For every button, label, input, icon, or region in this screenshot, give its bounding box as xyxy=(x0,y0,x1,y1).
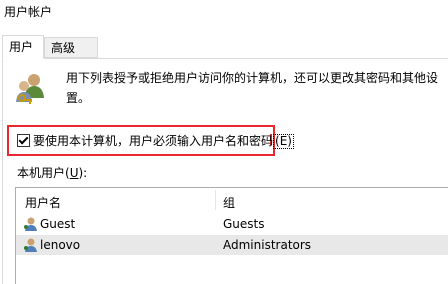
require-login-label[interactable]: 要使用本计算机，用户必须输入用户名和密码 (E) xyxy=(33,132,294,150)
row-group: Administrators xyxy=(223,238,312,252)
user-icon xyxy=(24,217,37,231)
require-login-access-key: (E) xyxy=(273,134,294,149)
users-label-suffix: ): xyxy=(78,166,88,180)
column-separator[interactable] xyxy=(215,190,216,210)
users-label-prefix: 本机用户( xyxy=(17,166,70,180)
tab-bar: 用户 高级 xyxy=(0,35,448,59)
row-group: Guests xyxy=(223,217,265,231)
window-title: 用户帐户 xyxy=(4,5,53,19)
users-list-label: 本机用户(U): xyxy=(17,164,87,181)
row-username: lenovo xyxy=(40,238,81,252)
user-icon xyxy=(24,238,37,252)
users-table[interactable]: 用户名 组 Guest Guests lenovo Administrators xyxy=(15,187,448,284)
require-login-text: 要使用本计算机，用户必须输入用户名和密码 xyxy=(33,134,274,148)
column-header-group[interactable]: 组 xyxy=(223,194,235,211)
table-row[interactable]: lenovo Administrators xyxy=(16,235,448,255)
require-login-checkbox[interactable] xyxy=(17,134,30,147)
tab-advanced[interactable]: 高级 xyxy=(44,37,98,58)
description-text: 用下列表授予或拒绝用户访问你的计算机，还可以更改其密码和其他设置。 xyxy=(66,71,439,105)
tab-users[interactable]: 用户 xyxy=(2,35,44,59)
table-row[interactable]: Guest Guests xyxy=(16,214,448,234)
column-header-username[interactable]: 用户名 xyxy=(25,194,61,211)
users-icon xyxy=(16,74,44,104)
table-header: 用户名 组 xyxy=(16,188,448,212)
row-username: Guest xyxy=(40,217,76,231)
